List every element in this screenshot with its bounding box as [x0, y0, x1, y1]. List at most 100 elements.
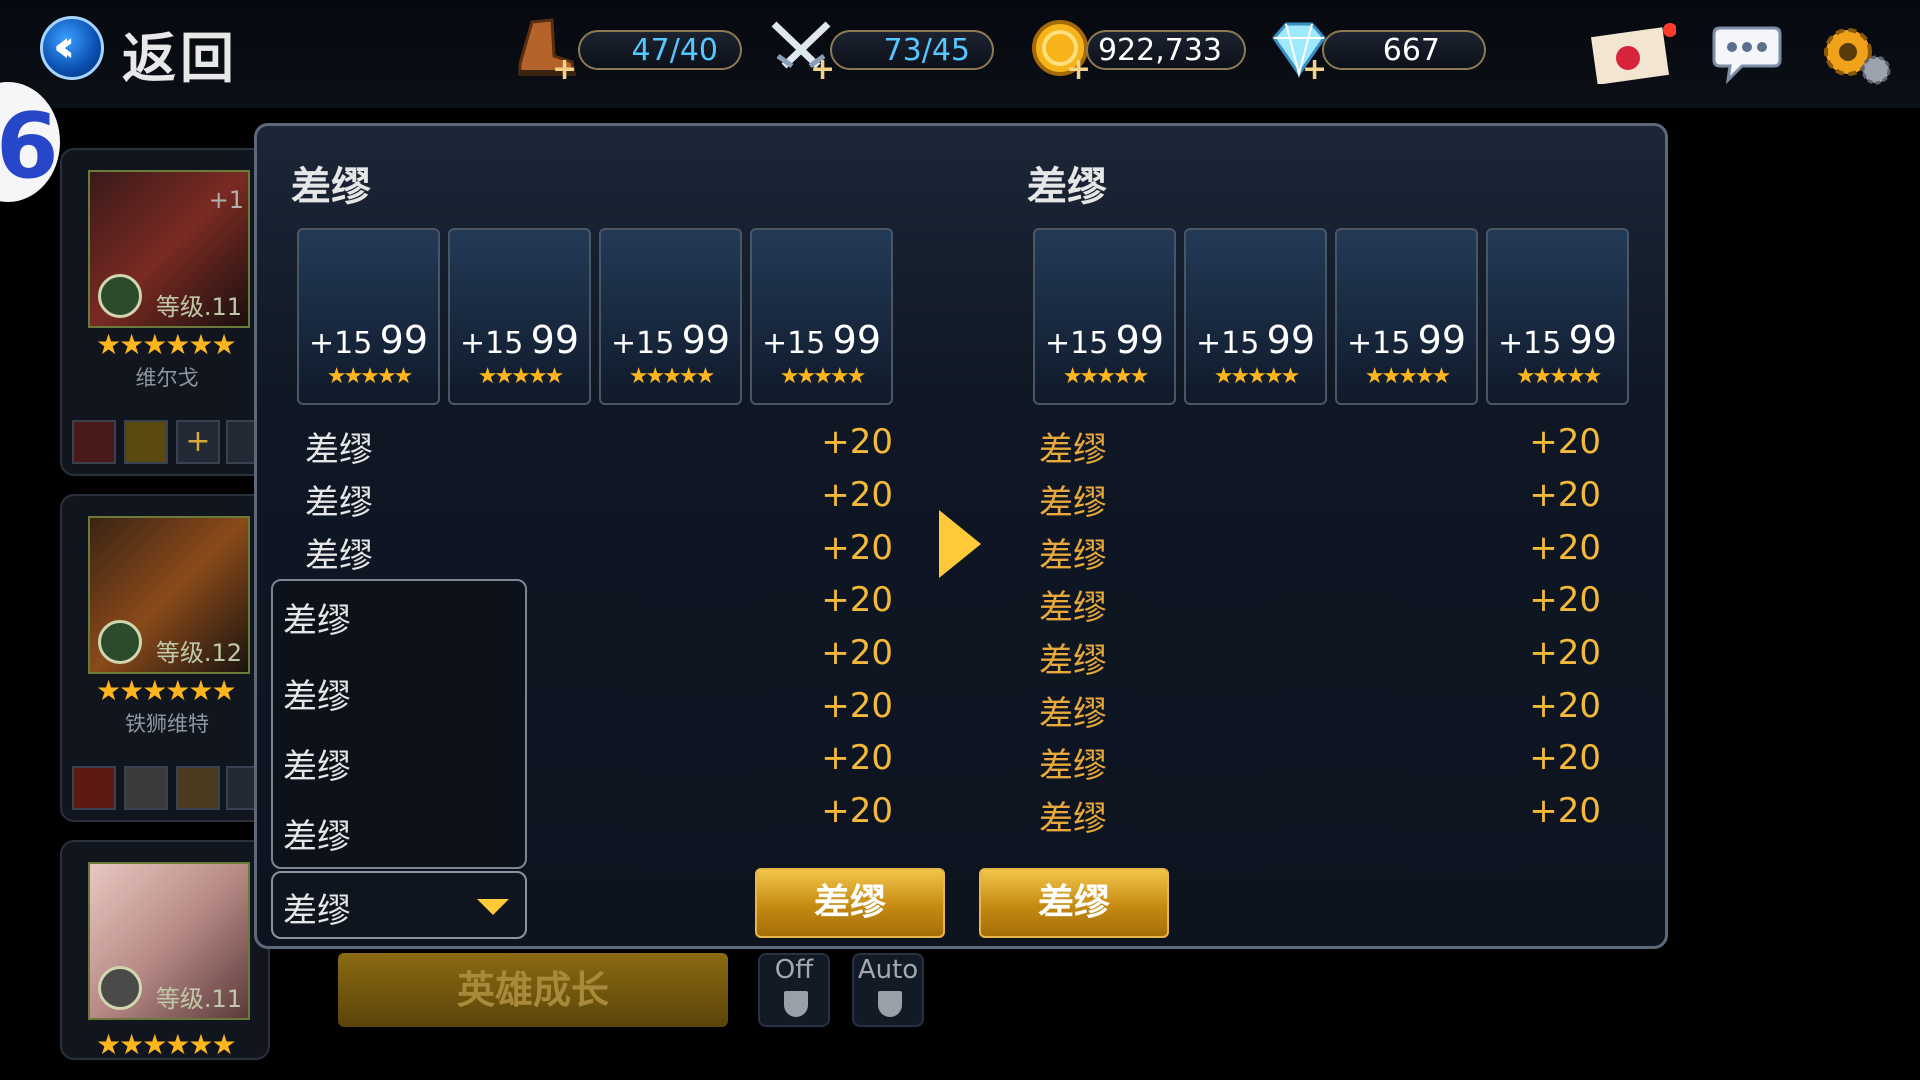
equip-slot[interactable] [176, 766, 220, 810]
equip-card[interactable]: +15 99 ★★★★★ [1184, 228, 1327, 405]
card-stars: ★★★★★ [326, 364, 414, 389]
hero-plus-badge: +1 [208, 186, 244, 214]
card-level: 99 [1115, 318, 1164, 362]
hero-level: 等级.11 [155, 293, 242, 321]
card-level: 99 [1417, 318, 1466, 362]
left-title: 差缪 [291, 164, 371, 210]
add-equip-icon[interactable]: + [176, 420, 220, 464]
hero-stars: ★★★★★★ [96, 674, 237, 707]
right-title: 差缪 [1027, 164, 1107, 210]
compare-panel: 差缪 差缪 +15 99 ★★★★★ +15 99 ★★★★★ +15 99 ★… [254, 123, 1668, 949]
stat-row: 差缪 +20 [1039, 686, 1601, 734]
card-enhance: +15 [460, 326, 524, 361]
dropdown-selected: 差缪 [283, 891, 351, 931]
staff-emblem-icon [98, 966, 142, 1010]
card-enhance: +15 [611, 326, 675, 361]
caret-down-icon [477, 899, 509, 915]
card-level: 99 [832, 318, 881, 362]
stamina-value: 47/40 [631, 33, 718, 68]
card-enhance: +15 [1498, 326, 1562, 361]
off-label: Off [774, 955, 814, 985]
action-button-2[interactable]: 差缪 [979, 868, 1169, 938]
equip-card[interactable]: +15 99 ★★★★★ [448, 228, 591, 405]
card-enhance: +15 [1347, 326, 1411, 361]
card-stars: ★★★★★ [1213, 364, 1301, 389]
card-enhance: +15 [1196, 326, 1260, 361]
back-button[interactable]: ‹‹ [40, 16, 104, 80]
compare-arrow-icon [939, 510, 981, 578]
dropdown-list: 差缪 差缪 差缪 差缪 [271, 579, 527, 869]
settings-gear-icon[interactable] [1820, 22, 1894, 88]
card-enhance: +15 [762, 326, 826, 361]
action-button-1[interactable]: 差缪 [755, 868, 945, 938]
hero-stars: ★★★★★★ [96, 328, 237, 361]
equip-slot[interactable] [124, 420, 168, 464]
dropdown-select[interactable]: 差缪 [271, 871, 527, 939]
card-level: 99 [379, 318, 428, 362]
dropdown-option[interactable]: 差缪 [283, 809, 351, 858]
stat-row: 差缪 +20 [1039, 528, 1601, 576]
equip-slot[interactable] [124, 766, 168, 810]
shield-emblem-icon [98, 274, 142, 318]
hero-portrait: 等级.11 [88, 862, 250, 1020]
shield-emblem-icon [98, 620, 142, 664]
top-bar: ‹‹ 返回 + 47/40 + 73/45 + 922,733 + 667 [0, 0, 1920, 108]
stat-row: 差缪 +20 [1039, 791, 1601, 839]
dropdown-option[interactable]: 差缪 [283, 593, 351, 642]
hero-name: 维尔戈 [135, 366, 199, 390]
stat-row: 差缪 +20 [1039, 580, 1601, 628]
card-level: 99 [1266, 318, 1315, 362]
hero-growth-button[interactable]: 英雄成长 [338, 953, 728, 1027]
card-enhance: +15 [309, 326, 373, 361]
card-enhance: +15 [1045, 326, 1109, 361]
mail-icon[interactable] [1590, 22, 1676, 84]
stat-row: 差缪 +20 [1039, 475, 1601, 523]
stat-row: 差缪 +20 [305, 422, 893, 470]
hero-level: 等级.11 [155, 985, 242, 1013]
equip-card[interactable]: +15 99 ★★★★★ [750, 228, 893, 405]
hero-card[interactable]: 等级.12 ★★★★★★ 铁狮维特 [60, 494, 270, 822]
hero-portrait: +1 等级.11 [88, 170, 250, 328]
equip-slot[interactable] [72, 420, 116, 464]
shield-icon [784, 991, 808, 1017]
gold-value: 922,733 [1097, 33, 1222, 68]
stat-row: 差缪 +20 [305, 475, 893, 523]
side-orb-icon[interactable]: 6 [0, 82, 60, 202]
hero-card[interactable]: 等级.11 ★★★★★★ [60, 840, 270, 1061]
card-stars: ★★★★★ [779, 364, 867, 389]
hero-card[interactable]: +1 等级.11 ★★★★★★ 维尔戈 + [60, 148, 270, 476]
equip-card[interactable]: +15 99 ★★★★★ [599, 228, 742, 405]
equip-slot[interactable] [72, 766, 116, 810]
card-stars: ★★★★★ [628, 364, 716, 389]
stat-row: 差缪 +20 [305, 528, 893, 576]
card-level: 99 [681, 318, 730, 362]
dropdown-option[interactable]: 差缪 [283, 669, 351, 718]
add-stamina-icon[interactable]: + [552, 52, 577, 87]
hero-stars: ★★★★★★ [96, 1028, 237, 1061]
swords-value: 73/45 [883, 33, 970, 68]
auto-toggle[interactable]: Auto [852, 953, 924, 1027]
chat-icon[interactable] [1712, 22, 1782, 84]
auto-label: Auto [857, 955, 919, 985]
stat-row: 差缪 +20 [1039, 738, 1601, 786]
shield-icon [878, 991, 902, 1017]
stamina-counter: 47/40 [578, 30, 742, 70]
equip-card[interactable]: +15 99 ★★★★★ [1486, 228, 1629, 405]
stat-row: 差缪 +20 [1039, 422, 1601, 470]
equip-card[interactable]: +15 99 ★★★★★ [1033, 228, 1176, 405]
hero-portrait: 等级.12 [88, 516, 250, 674]
hero-level: 等级.12 [155, 639, 242, 667]
card-stars: ★★★★★ [1364, 364, 1452, 389]
double-chevron-left-icon: ‹‹ [53, 21, 76, 72]
card-stars: ★★★★★ [1515, 364, 1603, 389]
stat-row: 差缪 +20 [1039, 633, 1601, 681]
off-toggle[interactable]: Off [758, 953, 830, 1027]
gold-counter: 922,733 [1086, 30, 1246, 70]
back-label[interactable]: 返回 [122, 14, 238, 93]
gems-counter: 667 [1322, 30, 1486, 70]
dropdown-option[interactable]: 差缪 [283, 739, 351, 788]
equip-card[interactable]: +15 99 ★★★★★ [1335, 228, 1478, 405]
card-stars: ★★★★★ [1062, 364, 1150, 389]
equip-card[interactable]: +15 99 ★★★★★ [297, 228, 440, 405]
card-stars: ★★★★★ [477, 364, 565, 389]
